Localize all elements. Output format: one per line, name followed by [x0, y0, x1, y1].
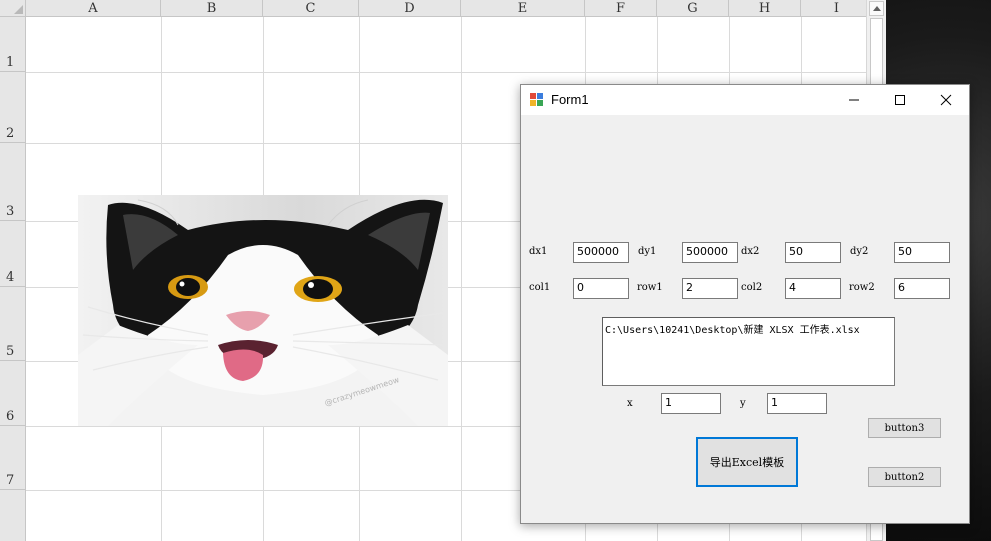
window-title: Form1: [551, 92, 589, 107]
dy2-input[interactable]: 50: [894, 242, 950, 263]
row-header-8[interactable]: [0, 490, 26, 541]
column-header-f[interactable]: F: [585, 0, 657, 17]
row-header-6[interactable]: 6: [0, 361, 26, 426]
scroll-up-arrow-icon[interactable]: [869, 1, 884, 16]
column-header-b[interactable]: B: [161, 0, 263, 17]
row-header-1[interactable]: 1: [0, 17, 26, 72]
row1-input[interactable]: 2: [682, 278, 738, 299]
col1-input[interactable]: 0: [573, 278, 629, 299]
dx1-label: dx1: [529, 246, 548, 257]
app-icon: [530, 93, 544, 107]
column-header-e[interactable]: E: [461, 0, 585, 17]
file-path-textbox[interactable]: C:\Users\10241\Desktop\新建 XLSX 工作表.xlsx: [602, 317, 895, 386]
close-button[interactable]: [923, 85, 969, 115]
row-header-7[interactable]: 7: [0, 426, 26, 490]
title-bar[interactable]: Form1: [521, 85, 969, 115]
minimize-icon: [849, 99, 859, 101]
y-input[interactable]: 1: [767, 393, 827, 414]
minimize-button[interactable]: [831, 85, 877, 115]
dy1-input[interactable]: 500000: [682, 242, 738, 263]
select-all-corner[interactable]: [0, 0, 26, 17]
row-header-4[interactable]: 4: [0, 221, 26, 287]
maximize-icon: [895, 95, 905, 105]
button2[interactable]: button2: [868, 467, 941, 487]
export-excel-template-button[interactable]: 导出Excel模板: [696, 437, 798, 487]
row2-input[interactable]: 6: [894, 278, 950, 299]
column-header-h[interactable]: H: [729, 0, 801, 17]
button3[interactable]: button3: [868, 418, 941, 438]
cat-picture[interactable]: @crazymeowmeow: [78, 195, 448, 426]
x-input[interactable]: 1: [661, 393, 721, 414]
col2-label: col2: [741, 282, 763, 293]
dx2-input[interactable]: 50: [785, 242, 841, 263]
column-header-g[interactable]: G: [657, 0, 729, 17]
close-icon: [940, 94, 952, 106]
column-header-a[interactable]: A: [26, 0, 161, 17]
maximize-button[interactable]: [877, 85, 923, 115]
row-header-2[interactable]: 2: [0, 72, 26, 143]
dx1-input[interactable]: 500000: [573, 242, 629, 263]
column-header-i[interactable]: I: [801, 0, 866, 17]
column-header-d[interactable]: D: [359, 0, 461, 17]
dy1-label: dy1: [638, 246, 657, 257]
col1-label: col1: [529, 282, 551, 293]
row2-label: row2: [849, 282, 875, 293]
row1-label: row1: [637, 282, 663, 293]
column-header-c[interactable]: C: [263, 0, 359, 17]
cat-illustration: [78, 199, 448, 426]
row-header-5[interactable]: 5: [0, 287, 26, 361]
dy2-label: dy2: [850, 246, 869, 257]
y-label: y: [740, 398, 746, 409]
grid-line: [26, 72, 866, 73]
row-header-3[interactable]: 3: [0, 143, 26, 221]
col2-input[interactable]: 4: [785, 278, 841, 299]
form1-window[interactable]: Form1 dx1 500000 dy1 500000 dx2 50 dy2 5…: [520, 84, 970, 524]
x-label: x: [627, 398, 633, 409]
dx2-label: dx2: [741, 246, 760, 257]
grid-line: [461, 17, 462, 541]
